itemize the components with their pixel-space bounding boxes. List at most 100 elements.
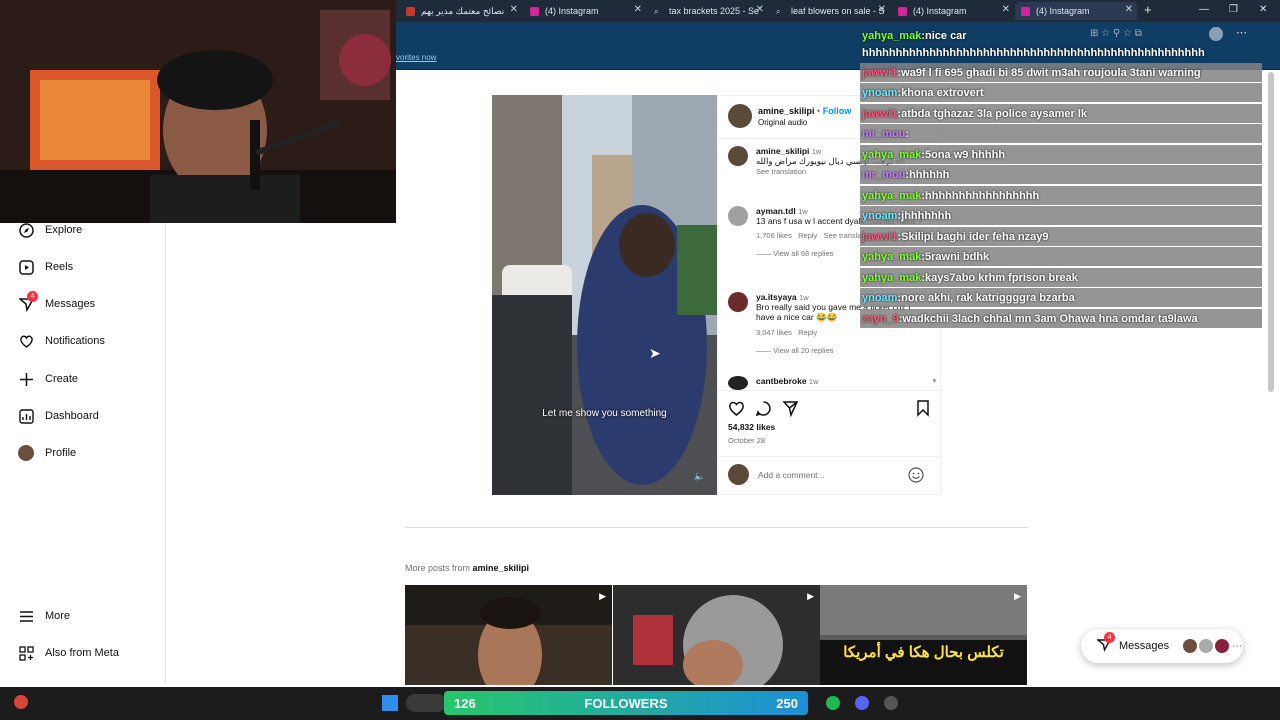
original-audio-link[interactable]: Original audio bbox=[758, 118, 851, 127]
chat-separator: : bbox=[905, 127, 910, 140]
messages-button[interactable]: 4 Messages ⋯ bbox=[1081, 629, 1243, 663]
follow-button[interactable]: Follow bbox=[823, 106, 852, 116]
view-replies-link[interactable]: View all 20 replies bbox=[773, 346, 833, 355]
bookmark-link[interactable]: vorites now bbox=[396, 53, 436, 62]
comment-username[interactable]: amine_skilipi bbox=[756, 146, 809, 156]
commenter-avatar[interactable] bbox=[728, 292, 748, 312]
discord-icon[interactable] bbox=[855, 696, 869, 710]
close-icon[interactable]: ✕ bbox=[878, 4, 886, 15]
chat-message: yahya_mak : hhhhhhhhhhhhhhhhh bbox=[860, 186, 1262, 205]
sidebar-item-notifications[interactable]: Notifications bbox=[18, 331, 105, 351]
close-icon[interactable]: ✕ bbox=[1125, 4, 1133, 15]
reply-button[interactable]: Reply bbox=[798, 231, 817, 240]
comment-username[interactable]: ya.itsyaya bbox=[756, 292, 797, 302]
bookmark-icon[interactable] bbox=[916, 400, 930, 417]
comment-likes: 1,706 likes bbox=[756, 231, 792, 240]
app-icon[interactable] bbox=[14, 695, 28, 709]
windows-start-icon[interactable] bbox=[382, 695, 398, 711]
close-icon[interactable]: ✕ bbox=[756, 4, 764, 15]
commenter-avatar[interactable] bbox=[728, 376, 748, 390]
commenter-avatar[interactable] bbox=[728, 206, 748, 226]
comment-username[interactable]: cantbebroke bbox=[756, 376, 807, 386]
browser-tab[interactable]: (4) Instagram ✕ bbox=[892, 2, 1014, 20]
post-thumbnail[interactable]: ▶ bbox=[405, 585, 612, 685]
browser-tab[interactable]: نصائح معتمك مدير بهم ✕ bbox=[400, 2, 522, 20]
sidebar-item-meta[interactable]: Also from Meta bbox=[18, 643, 119, 663]
close-window-icon[interactable]: ✕ bbox=[1259, 4, 1267, 15]
comment-time: 1w bbox=[799, 293, 809, 302]
chat-message: yahya_mak : 5ona w9 hhhhh bbox=[860, 145, 1262, 164]
emoji-icon[interactable] bbox=[908, 467, 924, 483]
mute-icon[interactable]: 🔈 bbox=[694, 471, 705, 482]
sidebar-item-explore[interactable]: Explore bbox=[18, 220, 82, 240]
action-bar bbox=[728, 400, 799, 417]
post-header: amine_skilipi • Follow Original audio bbox=[758, 106, 852, 127]
sidebar-item-profile[interactable]: Profile bbox=[18, 443, 76, 463]
scroll-down-icon[interactable]: ▼ bbox=[931, 378, 938, 385]
sidebar-item-reels[interactable]: Reels bbox=[18, 257, 73, 277]
search-icon: ⌕ bbox=[654, 6, 659, 16]
chat-message: ynoam : jhhhhhhh bbox=[860, 206, 1262, 225]
post-thumbnail[interactable]: ▶ bbox=[613, 585, 820, 685]
search-icon: ⌕ bbox=[776, 6, 781, 16]
author-username[interactable]: amine_skilipi bbox=[758, 106, 815, 116]
sidebar-item-label: Create bbox=[45, 373, 79, 385]
browser-tab[interactable]: ⌕ leaf blowers on sale - S ✕ bbox=[770, 2, 890, 20]
sidebar-item-dashboard[interactable]: Dashboard bbox=[18, 406, 99, 426]
reel-video[interactable]: Let me show you something 🔈 ➤ bbox=[492, 95, 717, 495]
comment-username[interactable]: ayman.tdl bbox=[756, 206, 796, 216]
restore-icon[interactable]: ❐ bbox=[1229, 4, 1238, 15]
author-avatar[interactable] bbox=[728, 104, 752, 128]
sidebar-item-create[interactable]: Create bbox=[18, 369, 78, 389]
chat-message: mr_mou : hhhhhh bbox=[860, 165, 1262, 184]
chat-message: jawwi1 : atbda tghazaz 3la police aysame… bbox=[860, 104, 1262, 123]
page-scrollbar[interactable] bbox=[1268, 72, 1274, 392]
chat-message: mr_mou : bbox=[860, 124, 1262, 143]
sidebar-item-messages[interactable]: 4 Messages bbox=[18, 291, 95, 314]
browser-tab-active[interactable]: (4) Instagram ✕ bbox=[1015, 2, 1137, 20]
tab-title: leaf blowers on sale - S bbox=[791, 6, 885, 16]
reply-button[interactable]: Reply bbox=[798, 328, 817, 337]
add-comment-input[interactable]: Add a comment... bbox=[758, 470, 825, 480]
messenger-icon: 4 bbox=[18, 291, 38, 312]
chat-username: yahya_mak bbox=[862, 250, 922, 263]
instagram-sidebar: Explore Reels 4 Messages Notifications C… bbox=[0, 220, 166, 685]
meta-icon bbox=[18, 645, 34, 661]
stream-chat-overlay: yahya_mak : nice car hhhhhhhhhhhhhhhhhhhh… bbox=[858, 26, 1264, 331]
minimize-icon[interactable]: — bbox=[1199, 4, 1209, 15]
comment-icon[interactable] bbox=[755, 400, 772, 417]
chat-text: 5ona w9 hhhhh bbox=[925, 148, 1006, 161]
webcam-overlay bbox=[0, 0, 396, 223]
chat-username: zayn_9 bbox=[862, 312, 899, 325]
chat-username: jawwi1 bbox=[862, 107, 898, 120]
close-icon[interactable]: ✕ bbox=[634, 4, 642, 15]
divider bbox=[405, 527, 1028, 528]
chat-message: yahya_mak : 5rawni bdhk bbox=[860, 247, 1262, 266]
more-posts-username[interactable]: amine_skilipi bbox=[473, 563, 530, 573]
followers-label: FOLLOWERS bbox=[584, 695, 668, 711]
chat-text: hhhhhh bbox=[909, 168, 950, 181]
reels-icon bbox=[18, 259, 34, 275]
divider bbox=[718, 390, 940, 391]
screen: نصائح معتمك مدير بهم ✕ (4) Instagram ✕ ⌕ ta… bbox=[0, 0, 1280, 720]
chat-username: yahya_mak bbox=[862, 148, 922, 161]
commenter-avatar[interactable] bbox=[728, 146, 748, 166]
app-icon[interactable] bbox=[884, 696, 898, 710]
chat-text: nore akhi, rak katriggggra bzarba bbox=[901, 291, 1075, 304]
close-icon[interactable]: ✕ bbox=[510, 4, 518, 15]
likes-count[interactable]: 54,832 likes bbox=[728, 422, 775, 432]
view-replies-link[interactable]: View all 68 replies bbox=[773, 249, 833, 258]
heart-icon[interactable] bbox=[728, 400, 745, 417]
new-tab-button[interactable]: + bbox=[1144, 2, 1152, 17]
close-icon[interactable]: ✕ bbox=[1002, 4, 1010, 15]
taskbar-search[interactable] bbox=[406, 694, 446, 712]
spotify-icon[interactable] bbox=[826, 696, 840, 710]
chat-text: kays7abo krhm fprison break bbox=[925, 271, 1078, 284]
chat-text: 5rawni bdhk bbox=[925, 250, 990, 263]
post-thumbnail[interactable]: ▶ تكلس بحال هكا في أمريكا bbox=[820, 585, 1027, 685]
sidebar-item-more[interactable]: More bbox=[18, 606, 70, 626]
notification-badge: 4 bbox=[1104, 631, 1115, 643]
share-icon[interactable] bbox=[782, 400, 799, 417]
browser-tab[interactable]: ⌕ tax brackets 2025 - Se ✕ bbox=[648, 2, 768, 20]
browser-tab[interactable]: (4) Instagram ✕ bbox=[524, 2, 646, 20]
